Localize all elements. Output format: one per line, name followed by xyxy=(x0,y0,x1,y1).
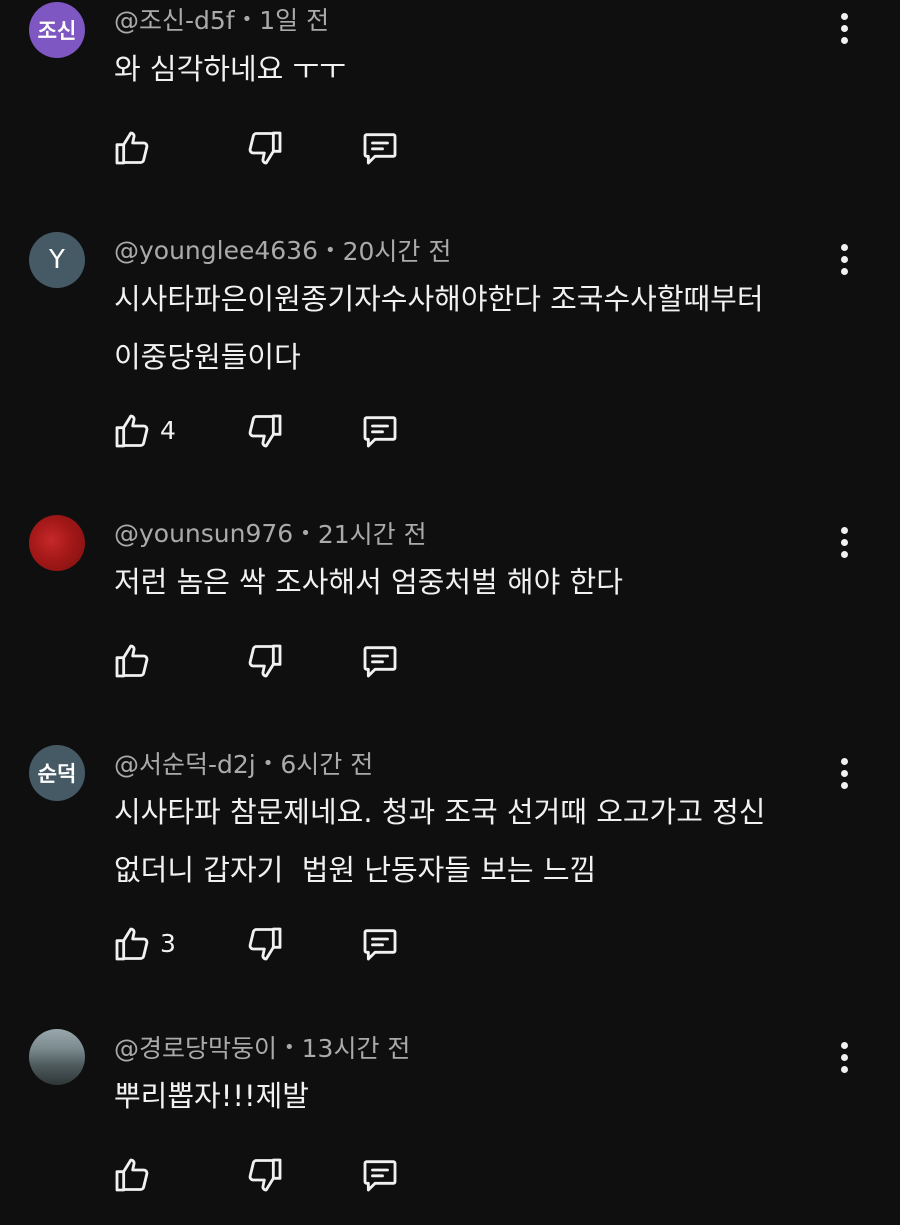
comment-list: 조신 @조신-d5f • 1일 전 와 심각하네요 ㅜㅜ Y @younglee xyxy=(0,0,900,1225)
avatar[interactable]: 순덕 xyxy=(29,745,85,801)
comment-actions xyxy=(110,639,430,683)
dislike-icon[interactable] xyxy=(243,639,287,683)
like-count: 3 xyxy=(160,929,176,958)
comment-text-line: 시사타파은이원종기자수사해야한다 조국수사할때부터 xyxy=(114,282,764,316)
comment-author[interactable]: @조신-d5f xyxy=(114,1,235,37)
comment-actions xyxy=(110,126,430,170)
like-icon[interactable] xyxy=(110,639,154,683)
comment-text: 시사타파 참문제네요. 청과 조국 선거때 오고가고 정신 없더니 갑자기 법원… xyxy=(114,783,814,899)
like-count: 4 xyxy=(160,416,176,445)
comment-text-line: 없더니 갑자기 법원 난동자들 보는 느낌 xyxy=(114,853,597,887)
avatar[interactable]: Y xyxy=(29,232,85,288)
meta-separator: • xyxy=(324,239,336,261)
avatar[interactable]: 조신 xyxy=(29,2,85,58)
meta-separator: • xyxy=(241,8,253,30)
meta-separator: • xyxy=(284,1036,295,1058)
comment-actions xyxy=(110,1153,430,1197)
like-icon[interactable] xyxy=(110,409,154,453)
comment-author[interactable]: @younglee4636 xyxy=(114,236,318,265)
dislike-icon[interactable] xyxy=(243,126,287,170)
comment-meta: @조신-d5f • 1일 전 xyxy=(114,1,329,37)
reply-icon[interactable] xyxy=(358,1153,402,1197)
comment-meta: @younglee4636 • 20시간 전 xyxy=(114,232,451,268)
reply-icon[interactable] xyxy=(358,922,402,966)
dislike-icon[interactable] xyxy=(243,409,287,453)
comment-text: 시사타파은이원종기자수사해야한다 조국수사할때부터 이중당원들이다 xyxy=(114,270,814,386)
reply-icon[interactable] xyxy=(358,126,402,170)
comment-author[interactable]: @서순덕-d2j xyxy=(114,745,256,781)
comment-text-line: 시사타파 참문제네요. 청과 조국 선거때 오고가고 정신 xyxy=(114,795,766,829)
more-options-icon[interactable] xyxy=(828,1037,860,1077)
meta-separator: • xyxy=(300,522,311,544)
comment-actions: 4 xyxy=(110,409,430,453)
more-options-icon[interactable] xyxy=(828,8,860,48)
comment-time: 20시간 전 xyxy=(342,237,452,266)
dislike-icon[interactable] xyxy=(243,1153,287,1197)
more-options-icon[interactable] xyxy=(828,522,860,562)
comment-meta: @서순덕-d2j • 6시간 전 xyxy=(114,745,373,781)
comment-text-line: 저런 놈은 싹 조사해서 엄중처벌 해야 한다 xyxy=(114,565,623,599)
comment-time: 1일 전 xyxy=(259,6,330,35)
dislike-icon[interactable] xyxy=(243,922,287,966)
comment-actions: 3 xyxy=(110,922,430,966)
like-icon[interactable] xyxy=(110,922,154,966)
like-icon[interactable] xyxy=(110,1153,154,1197)
comment-author[interactable]: @younsun976 xyxy=(114,519,293,548)
meta-separator: • xyxy=(262,752,274,774)
comment-time: 13시간 전 xyxy=(301,1034,411,1063)
comment-text-line: 뿌리뽑자!!!제발 xyxy=(114,1079,309,1113)
comment-time: 6시간 전 xyxy=(280,750,374,779)
comment-meta: @younsun976 • 21시간 전 xyxy=(114,515,427,551)
avatar[interactable] xyxy=(29,1029,85,1085)
comment-author[interactable]: @경로당막둥이 xyxy=(114,1029,277,1065)
comment-meta: @경로당막둥이 • 13시간 전 xyxy=(114,1029,410,1065)
comment-time: 21시간 전 xyxy=(317,520,427,549)
more-options-icon[interactable] xyxy=(828,239,860,279)
reply-icon[interactable] xyxy=(358,639,402,683)
avatar[interactable] xyxy=(29,515,85,571)
comment-text-line: 이중당원들이다 xyxy=(114,340,301,374)
reply-icon[interactable] xyxy=(358,409,402,453)
comment-text: 뿌리뽑자!!!제발 xyxy=(114,1067,814,1125)
like-icon[interactable] xyxy=(110,126,154,170)
comment-text: 저런 놈은 싹 조사해서 엄중처벌 해야 한다 xyxy=(114,553,814,611)
comment-text-line: 와 심각하네요 ㅜㅜ xyxy=(114,52,346,86)
more-options-icon[interactable] xyxy=(828,753,860,793)
comment-text: 와 심각하네요 ㅜㅜ xyxy=(114,40,814,98)
